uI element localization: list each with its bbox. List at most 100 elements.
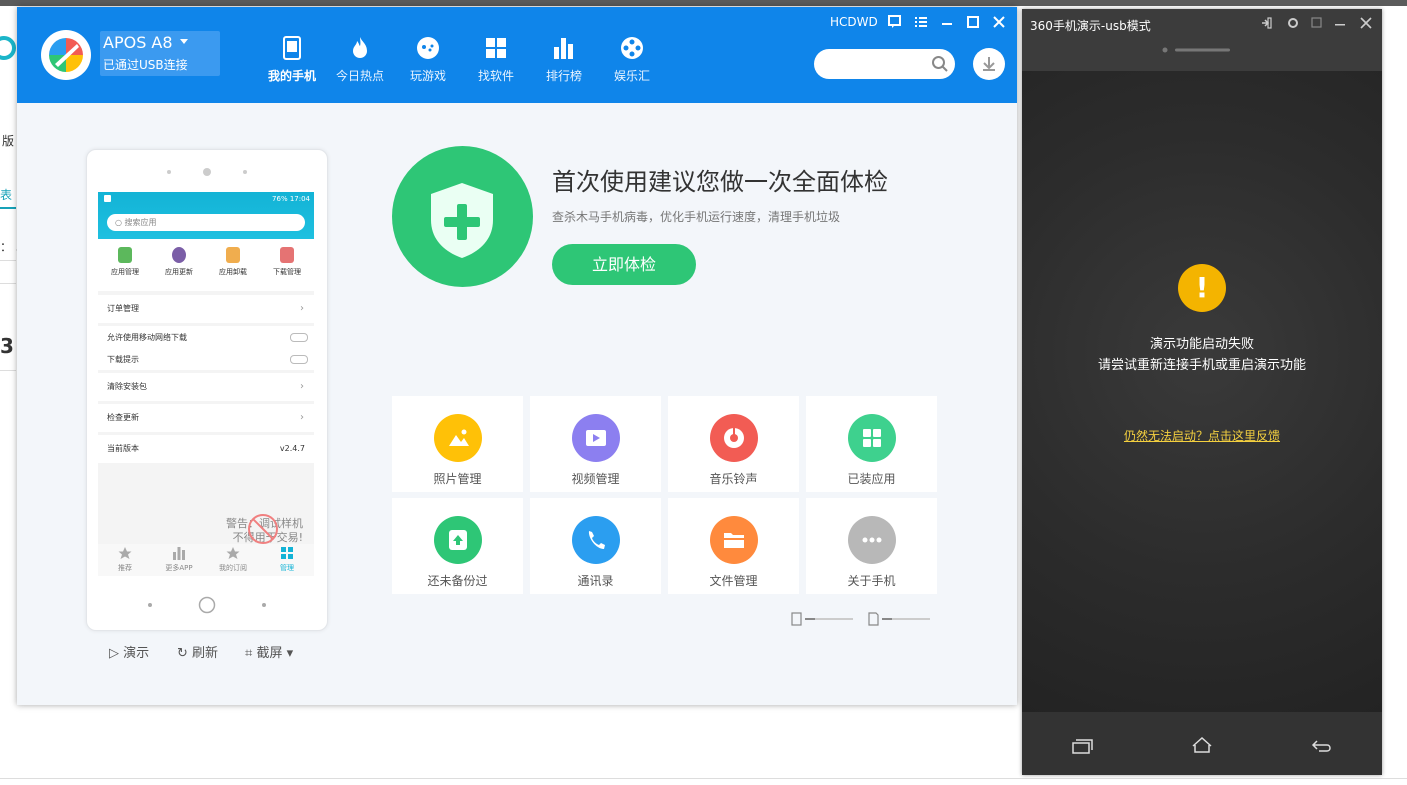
screen-row-label: 下载提示 bbox=[107, 355, 139, 364]
play-icon: ▷ bbox=[109, 646, 119, 661]
more-icon bbox=[847, 516, 896, 564]
maximize-icon[interactable] bbox=[965, 14, 981, 30]
demo-title: 360手机演示-usb模式 bbox=[1030, 19, 1151, 33]
search-input[interactable] bbox=[826, 56, 930, 72]
background-logo bbox=[0, 30, 16, 70]
backup-icon bbox=[433, 516, 482, 564]
close-icon[interactable] bbox=[991, 14, 1007, 30]
chevron-down-icon bbox=[180, 39, 188, 44]
demo-speaker bbox=[1162, 47, 1230, 53]
menu-icon[interactable] bbox=[913, 14, 929, 30]
chevron-right-icon: › bbox=[300, 303, 304, 314]
nav-my-phone[interactable]: 我的手机 bbox=[262, 35, 322, 84]
search-icon[interactable] bbox=[931, 55, 949, 73]
crop-icon: ⌗ bbox=[245, 646, 253, 661]
home-icon[interactable] bbox=[1191, 736, 1213, 754]
screen-tab-label: 更多APP bbox=[165, 564, 193, 572]
nav-entertainment[interactable]: 娱乐汇 bbox=[602, 35, 662, 84]
demo-error-hint: 请尝试重新连接手机或重启演示功能 bbox=[1097, 358, 1306, 373]
screen-quick-icon: 下载管理 bbox=[260, 247, 314, 277]
user-name[interactable]: HCDWD bbox=[830, 15, 878, 29]
header-bar: APOS A8 已通过USB连接 我的手机 今日热点 玩游戏 找软件 排行榜 娱… bbox=[17, 7, 1017, 103]
phone-nav-buttons bbox=[148, 596, 266, 614]
nav-today-hot[interactable]: 今日热点 bbox=[330, 35, 390, 84]
screen-row: 检查更新 › bbox=[98, 404, 314, 432]
screen-row: 允许使用移动网络下载 下载提示 bbox=[98, 326, 314, 370]
screen-top-bar: 76% 17:04 ○ 搜索应用 bbox=[98, 192, 314, 239]
background-divider bbox=[0, 370, 16, 371]
feedback-icon[interactable] bbox=[887, 14, 903, 30]
tile-about-phone[interactable]: 关于手机 bbox=[806, 498, 937, 594]
screen-quick-label: 应用管理 bbox=[111, 268, 139, 276]
device-status: 已通过USB连接 bbox=[103, 58, 188, 72]
tile-contacts[interactable]: 通讯录 bbox=[530, 498, 661, 594]
screenshot-button[interactable]: ⌗ 截屏 ▾ bbox=[245, 642, 293, 661]
tile-label: 还未备份过 bbox=[427, 574, 488, 588]
nav-software[interactable]: 找软件 bbox=[466, 35, 526, 84]
minimize-icon[interactable] bbox=[939, 14, 955, 30]
notification-icon bbox=[104, 195, 111, 202]
game-icon bbox=[415, 35, 441, 61]
sd-card-storage-indicator bbox=[868, 612, 930, 626]
background-divider bbox=[0, 260, 16, 261]
screen-tab: 更多APP bbox=[152, 546, 206, 573]
tile-files[interactable]: 文件管理 bbox=[668, 498, 799, 594]
app-logo[interactable] bbox=[41, 30, 91, 80]
screen-quick-icon: 应用更新 bbox=[152, 247, 206, 277]
folder-icon bbox=[709, 516, 758, 564]
chart-icon bbox=[551, 35, 577, 61]
nav-label: 娱乐汇 bbox=[613, 69, 650, 83]
tile-videos[interactable]: 视频管理 bbox=[530, 396, 661, 492]
tile-music[interactable]: 音乐铃声 bbox=[668, 396, 799, 492]
prohibited-icon bbox=[248, 514, 278, 544]
screen-quick-label: 应用更新 bbox=[165, 268, 193, 276]
screen-tab: 管理 bbox=[260, 546, 314, 573]
checkup-subtitle: 查杀木马手机病毒，优化手机运行速度，清理手机垃圾 bbox=[552, 210, 841, 224]
screenshot-label: 截屏 bbox=[256, 646, 283, 661]
screen-row-label: 允许使用移动网络下载 bbox=[107, 333, 187, 342]
warning-icon: ! bbox=[1178, 264, 1226, 312]
screen-tab: 推荐 bbox=[98, 546, 152, 573]
phone-screen[interactable]: 76% 17:04 ○ 搜索应用 应用管理 应用更新 应用卸载 下载管理 订单管… bbox=[98, 192, 314, 576]
tile-backup[interactable]: 还未备份过 bbox=[392, 498, 523, 594]
background-tab-underline bbox=[0, 207, 16, 209]
shield-badge bbox=[392, 146, 533, 287]
toggle-switch bbox=[290, 333, 308, 342]
download-button[interactable] bbox=[973, 48, 1005, 80]
chevron-down-icon: ▾ bbox=[286, 646, 294, 661]
checkup-button[interactable]: 立即体检 bbox=[552, 244, 696, 285]
photo-icon bbox=[433, 414, 482, 462]
toggle-switch bbox=[290, 355, 308, 364]
background-tab[interactable]: 表 bbox=[0, 186, 12, 203]
back-icon[interactable] bbox=[1311, 737, 1333, 753]
tile-installed-apps[interactable]: 已装应用 bbox=[806, 396, 937, 492]
feedback-link[interactable]: 仍然无法启动？点击这里反馈 bbox=[1022, 427, 1382, 444]
demo-button[interactable]: ▷ 演示 bbox=[109, 642, 149, 661]
download-icon bbox=[280, 247, 294, 263]
phone-preview: 76% 17:04 ○ 搜索应用 应用管理 应用更新 应用卸载 下载管理 订单管… bbox=[86, 149, 328, 631]
nav-label: 我的手机 bbox=[267, 69, 316, 83]
version-value: v2.4.7 bbox=[279, 444, 305, 453]
background-title-bar bbox=[0, 0, 1407, 6]
nav-games[interactable]: 玩游戏 bbox=[398, 35, 458, 84]
screen-quick-icon: 应用管理 bbox=[98, 247, 152, 277]
trash-icon bbox=[226, 247, 240, 263]
recent-apps-icon[interactable] bbox=[1071, 738, 1093, 754]
device-name: APOS A8 bbox=[103, 33, 173, 52]
device-selector[interactable]: APOS A8 已通过USB连接 bbox=[100, 31, 220, 76]
screen-tab-label: 我的订阅 bbox=[219, 564, 247, 572]
screen-quick-icons: 应用管理 应用更新 应用卸载 下载管理 bbox=[98, 239, 314, 291]
tile-photos[interactable]: 照片管理 bbox=[392, 396, 523, 492]
clock-icon bbox=[172, 247, 186, 263]
nav-label: 今日热点 bbox=[335, 69, 384, 83]
tile-label: 照片管理 bbox=[433, 472, 482, 486]
search-box[interactable] bbox=[814, 49, 955, 79]
background-divider bbox=[0, 778, 1407, 779]
screen-row-label: 当前版本 bbox=[107, 444, 139, 453]
download-icon bbox=[983, 57, 995, 71]
nav-ranking[interactable]: 排行榜 bbox=[534, 35, 594, 84]
screen-row-label: 清除安装包 bbox=[107, 382, 147, 391]
bar-chart-icon bbox=[172, 546, 186, 560]
phone-speaker bbox=[167, 168, 247, 176]
refresh-button[interactable]: ↻ 刷新 bbox=[177, 642, 218, 661]
